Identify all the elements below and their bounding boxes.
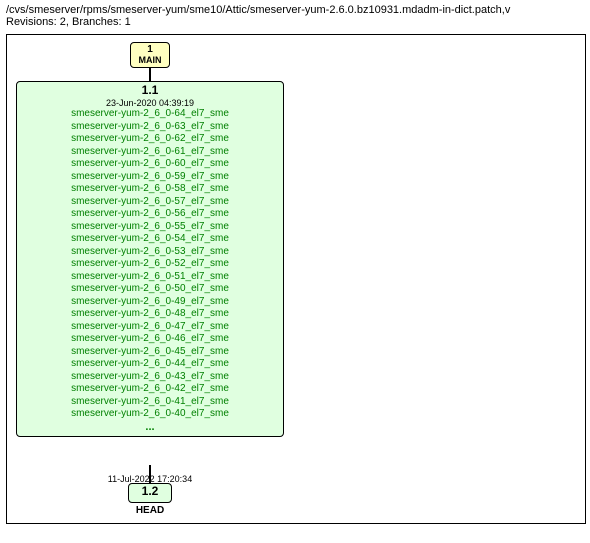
tag: smeserver-yum-2_6_0-40_el7_sme (21, 408, 279, 421)
tag: smeserver-yum-2_6_0-44_el7_sme (21, 358, 279, 371)
revision-number: 1.2 (142, 484, 159, 498)
tag: smeserver-yum-2_6_0-43_el7_sme (21, 371, 279, 384)
tag: smeserver-yum-2_6_0-45_el7_sme (21, 346, 279, 359)
revision-graph: 1 MAIN 1.1 23-Jun-2020 04:39:19 smeserve… (6, 34, 586, 524)
branch-name: MAIN (131, 56, 169, 65)
repo-path: /cvs/smeserver/rpms/smeserver-yum/sme10/… (6, 4, 584, 16)
connector-line (149, 68, 151, 81)
tag: smeserver-yum-2_6_0-58_el7_sme (21, 183, 279, 196)
tag: smeserver-yum-2_6_0-52_el7_sme (21, 258, 279, 271)
branch-node-main[interactable]: 1 MAIN (130, 42, 170, 68)
revision-node-1-1[interactable]: 1.1 23-Jun-2020 04:39:19 smeserver-yum-2… (16, 81, 284, 437)
tag: smeserver-yum-2_6_0-41_el7_sme (21, 396, 279, 409)
revision-number: 1.1 (21, 84, 279, 98)
tag: smeserver-yum-2_6_0-50_el7_sme (21, 283, 279, 296)
tag: smeserver-yum-2_6_0-49_el7_sme (21, 296, 279, 309)
tag: smeserver-yum-2_6_0-46_el7_sme (21, 333, 279, 346)
revision-node-1-2[interactable]: 1.2 (128, 483, 172, 503)
tag: smeserver-yum-2_6_0-42_el7_sme (21, 383, 279, 396)
tag: smeserver-yum-2_6_0-55_el7_sme (21, 221, 279, 234)
tag: smeserver-yum-2_6_0-48_el7_sme (21, 308, 279, 321)
tag: smeserver-yum-2_6_0-54_el7_sme (21, 233, 279, 246)
revision-tags: smeserver-yum-2_6_0-64_el7_sme smeserver… (21, 108, 279, 421)
head-label: HEAD (135, 505, 165, 516)
tag: smeserver-yum-2_6_0-64_el7_sme (21, 108, 279, 121)
revisions-meta: Revisions: 2, Branches: 1 (6, 16, 584, 28)
tag: smeserver-yum-2_6_0-47_el7_sme (21, 321, 279, 334)
tag: smeserver-yum-2_6_0-57_el7_sme (21, 196, 279, 209)
tag: smeserver-yum-2_6_0-56_el7_sme (21, 208, 279, 221)
revision-date: 23-Jun-2020 04:39:19 (21, 98, 279, 108)
tag: smeserver-yum-2_6_0-59_el7_sme (21, 171, 279, 184)
tag: smeserver-yum-2_6_0-63_el7_sme (21, 121, 279, 134)
tag: smeserver-yum-2_6_0-60_el7_sme (21, 158, 279, 171)
tag: smeserver-yum-2_6_0-51_el7_sme (21, 271, 279, 284)
tags-truncated: ... (21, 421, 279, 434)
tag: smeserver-yum-2_6_0-62_el7_sme (21, 133, 279, 146)
tag: smeserver-yum-2_6_0-61_el7_sme (21, 146, 279, 159)
tag: smeserver-yum-2_6_0-53_el7_sme (21, 246, 279, 259)
branch-number: 1 (131, 44, 169, 56)
